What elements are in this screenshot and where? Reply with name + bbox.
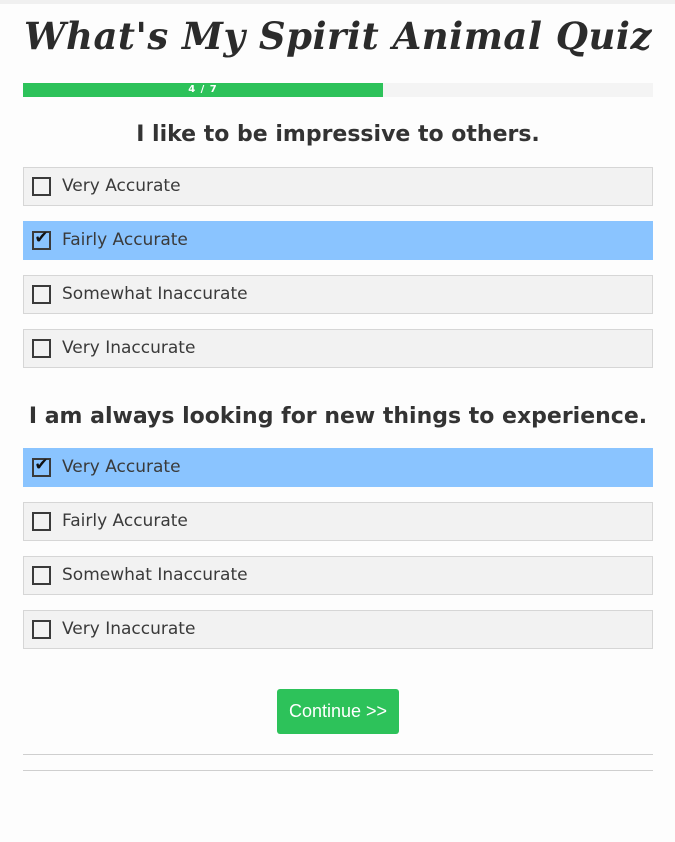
progress-label: 4 / 7: [188, 84, 218, 95]
checkmark-icon: [34, 337, 49, 356]
checkbox[interactable]: [32, 339, 51, 358]
question-1-option-somewhat-inaccurate[interactable]: Somewhat Inaccurate: [23, 275, 653, 314]
checkbox[interactable]: [32, 177, 51, 196]
option-label: Fairly Accurate: [62, 230, 188, 250]
top-edge: [0, 0, 675, 4]
option-label: Very Accurate: [62, 176, 181, 196]
option-label: Very Inaccurate: [62, 338, 196, 358]
option-label: Very Accurate: [62, 457, 181, 477]
question-2-option-somewhat-inaccurate[interactable]: Somewhat Inaccurate: [23, 556, 653, 595]
checkmark-icon: [34, 175, 49, 194]
question-1-option-very-inaccurate[interactable]: Very Inaccurate: [23, 329, 653, 368]
question-1-option-fairly-accurate[interactable]: ✔ Fairly Accurate: [23, 221, 653, 260]
option-label: Fairly Accurate: [62, 511, 188, 531]
checkmark-icon: [34, 618, 49, 637]
question-1-option-very-accurate[interactable]: Very Accurate: [23, 167, 653, 206]
progress-bar-fill: 4 / 7: [23, 83, 383, 97]
checkmark-icon: [34, 564, 49, 583]
checkbox[interactable]: [32, 512, 51, 531]
question-2-option-very-inaccurate[interactable]: Very Inaccurate: [23, 610, 653, 649]
option-label: Very Inaccurate: [62, 619, 196, 639]
divider: [23, 754, 653, 755]
question-1-text: I like to be impressive to others.: [136, 122, 540, 147]
page-title: What's My Spirit Animal Quiz: [24, 14, 652, 58]
continue-button[interactable]: Continue >>: [277, 689, 399, 734]
checkmark-icon: [34, 283, 49, 302]
checkmark-icon: ✔: [34, 455, 49, 475]
progress-bar: 4 / 7: [23, 83, 653, 97]
checkbox[interactable]: [32, 566, 51, 585]
checkmark-icon: [34, 510, 49, 529]
checkbox[interactable]: [32, 620, 51, 639]
divider: [23, 770, 653, 771]
question-2-text: I am always looking for new things to ex…: [28, 404, 648, 429]
option-label: Somewhat Inaccurate: [62, 284, 248, 304]
question-2-option-fairly-accurate[interactable]: Fairly Accurate: [23, 502, 653, 541]
checkbox[interactable]: [32, 285, 51, 304]
option-label: Somewhat Inaccurate: [62, 565, 248, 585]
checkbox[interactable]: ✔: [32, 455, 51, 477]
question-2-option-very-accurate[interactable]: ✔ Very Accurate: [23, 448, 653, 487]
checkmark-icon: ✔: [34, 228, 49, 248]
checkbox[interactable]: ✔: [32, 228, 51, 250]
